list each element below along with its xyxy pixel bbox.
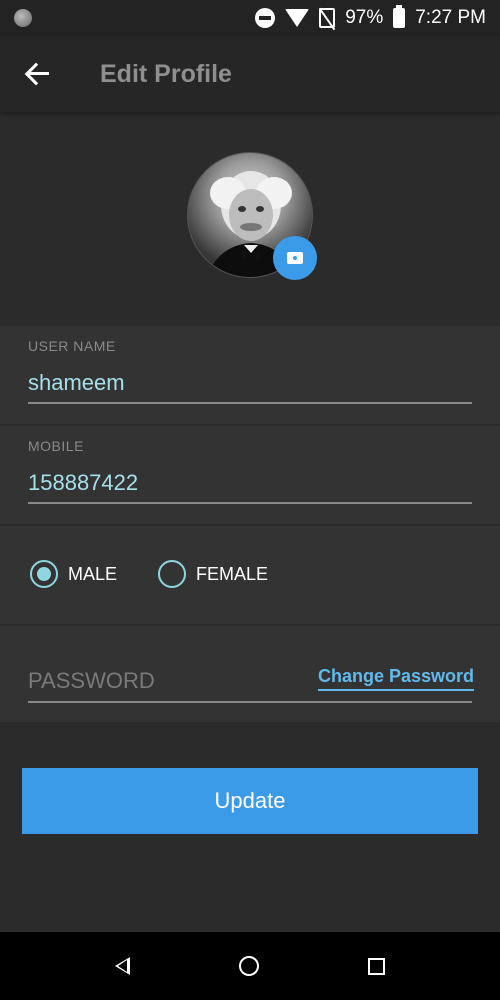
do-not-disturb-icon: [255, 8, 276, 28]
notification-dot-icon: [14, 9, 32, 27]
arrow-back-icon[interactable]: [24, 59, 54, 89]
wifi-icon: [285, 9, 310, 27]
system-nav-bar: [0, 932, 500, 1000]
change-password-link[interactable]: Change Password: [317, 666, 474, 691]
mobile-field[interactable]: MOBILE 158887422: [0, 426, 500, 526]
gender-male-label: MALE: [68, 563, 118, 584]
change-photo-button[interactable]: [273, 236, 317, 280]
nav-back-icon[interactable]: [114, 957, 130, 975]
mobile-label: MOBILE: [28, 438, 84, 454]
nav-home-icon[interactable]: [238, 956, 259, 976]
username-underline: [28, 402, 472, 404]
gender-female-label: FEMALE: [196, 563, 269, 584]
clock: 7:27 PM: [415, 7, 486, 28]
password-field: PASSWORD Change Password: [0, 626, 500, 724]
page-title: Edit Profile: [100, 59, 232, 88]
app-bar: Edit Profile: [0, 36, 500, 112]
radio-unchecked-icon: [158, 560, 186, 588]
gender-group: MALE FEMALE: [0, 526, 500, 626]
profile-header: [0, 112, 500, 326]
status-bar: 97% 7:27 PM: [0, 0, 500, 36]
update-button[interactable]: Update: [22, 768, 478, 834]
username-label: USER NAME: [28, 338, 116, 354]
mobile-underline: [28, 502, 472, 504]
password-underline: [28, 701, 472, 703]
no-sim-icon: [319, 8, 336, 28]
password-input[interactable]: PASSWORD: [28, 668, 155, 694]
avatar-container: [187, 152, 317, 280]
status-icons: 97% 7:27 PM: [255, 5, 486, 29]
gender-male-radio[interactable]: MALE: [30, 560, 117, 588]
gender-female-radio[interactable]: FEMALE: [158, 560, 268, 588]
battery-icon: [393, 5, 406, 28]
camera-icon: [287, 252, 303, 264]
username-field[interactable]: USER NAME shameem: [0, 326, 500, 426]
battery-percent: 97%: [345, 7, 384, 28]
nav-recents-icon[interactable]: [368, 957, 386, 975]
username-input[interactable]: shameem: [28, 370, 125, 396]
mobile-input[interactable]: 158887422: [28, 470, 138, 496]
radio-checked-icon: [30, 560, 58, 588]
